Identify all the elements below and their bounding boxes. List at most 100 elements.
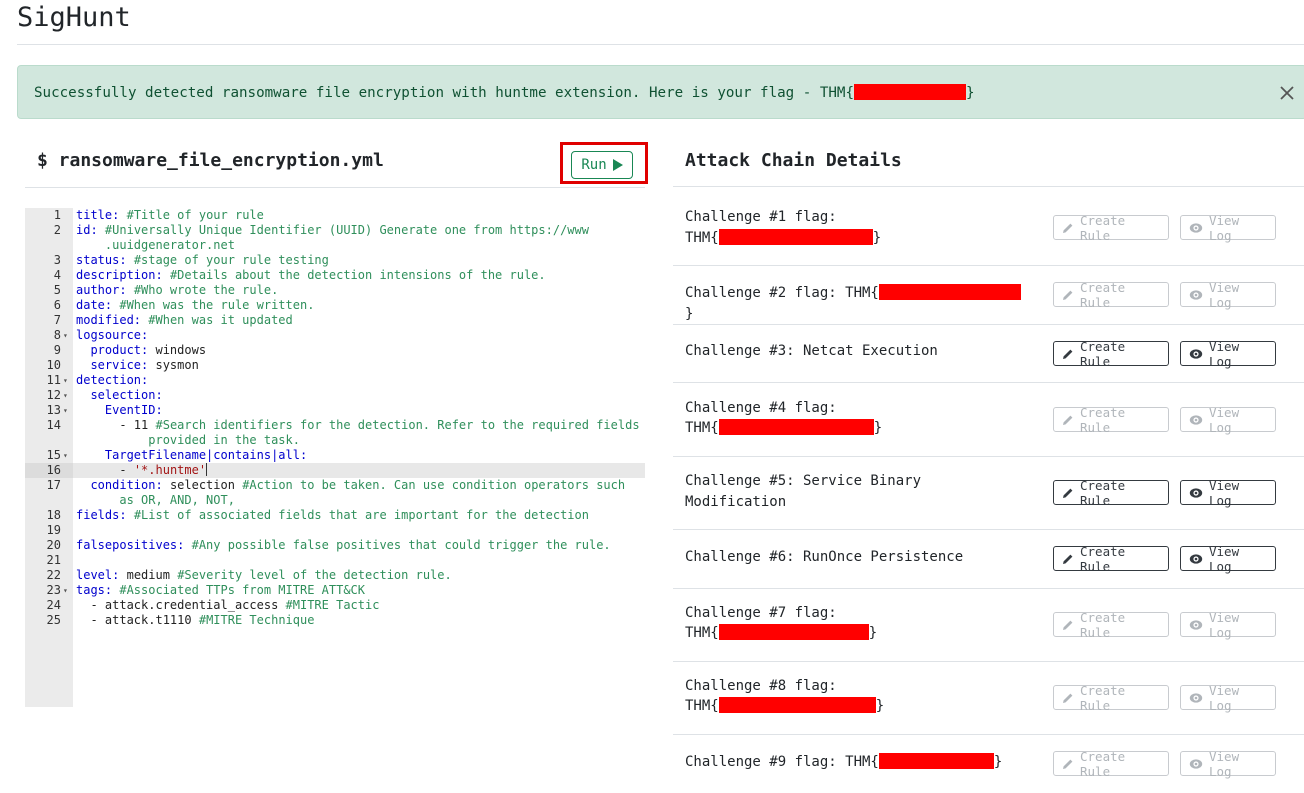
code-line[interactable]: 23 ▾ tags: #Associated TTPs from MITRE ATT… bbox=[25, 583, 645, 598]
pencil-icon bbox=[1063, 349, 1073, 359]
fold-arrow-icon[interactable]: ▾ bbox=[63, 448, 68, 463]
pencil-icon bbox=[1063, 290, 1073, 300]
code-line[interactable]: 16 - '*.huntme' bbox=[25, 463, 645, 478]
view-log-button[interactable]: View Log bbox=[1180, 543, 1276, 574]
line-number: 7 bbox=[53, 313, 61, 327]
code-line[interactable]: 10 service: sysmon bbox=[25, 358, 645, 373]
challenge-label-cont: Modification bbox=[685, 494, 787, 510]
create-rule-button[interactable]: Create Rule bbox=[1053, 405, 1169, 435]
code-text: author: #Who wrote the rule. bbox=[76, 283, 279, 297]
fold-arrow-icon[interactable]: ▾ bbox=[63, 388, 68, 403]
code-line[interactable]: 22 level: medium #Severity level of the d… bbox=[25, 568, 645, 583]
attack-chain-header: Attack Chain Details bbox=[673, 140, 1304, 187]
code-line[interactable]: 18 fields: #List of associated fields tha… bbox=[25, 508, 645, 523]
line-number: 23 bbox=[46, 583, 61, 597]
challenge-flag: THM{} bbox=[685, 419, 883, 436]
run-button[interactable]: Run bbox=[571, 151, 633, 179]
alert-suffix: } bbox=[966, 84, 975, 101]
code-line[interactable]: 20 falsepositives: #Any possible false po… bbox=[25, 538, 645, 553]
create-rule-button[interactable]: Create Rule bbox=[1053, 749, 1169, 779]
code-line[interactable]: 8 ▾ logsource: bbox=[25, 328, 645, 343]
challenge-row: Challenge #5: Service Binary Modification… bbox=[673, 457, 1304, 530]
fold-arrow-icon[interactable]: ▾ bbox=[63, 328, 68, 343]
create-rule-button[interactable]: Create Rule bbox=[1053, 544, 1169, 574]
code-line[interactable]: 15 ▾ TargetFilename|contains|all: bbox=[25, 448, 645, 463]
code-line[interactable]: 7 modified: #When was it updated bbox=[25, 313, 645, 328]
pencil-icon bbox=[1063, 415, 1073, 425]
eye-icon bbox=[1189, 692, 1203, 703]
run-label: Run bbox=[581, 157, 607, 173]
view-log-button[interactable]: View Log bbox=[1180, 213, 1276, 243]
code-text: modified: #When was it updated bbox=[76, 313, 293, 327]
view-log-button[interactable]: View Log bbox=[1180, 339, 1276, 369]
code-line[interactable]: 1 title: #Title of your rule bbox=[25, 208, 645, 223]
view-log-label: View Log bbox=[1209, 477, 1240, 508]
view-log-button[interactable]: View Log bbox=[1180, 749, 1276, 779]
code-text: service: sysmon bbox=[90, 358, 199, 372]
close-alert-button[interactable] bbox=[1274, 80, 1300, 106]
create-rule-button[interactable]: Create Rule bbox=[1053, 478, 1169, 508]
code-line[interactable]: 2 id: #Universally Unique Identifier (UUI… bbox=[25, 223, 645, 238]
code-line[interactable]: 4 description: #Details about the detecti… bbox=[25, 268, 645, 283]
code-text: TargetFilename|contains|all: bbox=[104, 448, 308, 462]
view-log-button[interactable]: View Log bbox=[1180, 683, 1276, 713]
code-text: condition: selection #Action to be taken… bbox=[90, 478, 626, 492]
code-text: fields: #List of associated fields that … bbox=[76, 508, 589, 522]
redacted-flag bbox=[718, 624, 869, 640]
challenge-flag: THM{} bbox=[685, 624, 878, 641]
code-line[interactable]: 25 - attack.t1110 #MITRE Technique bbox=[25, 613, 645, 628]
challenge-label: Challenge #4 flag: bbox=[685, 400, 837, 416]
code-text: tags: #Associated TTPs from MITRE ATT&CK bbox=[76, 583, 365, 597]
code-line[interactable]: .uuidgenerator.net bbox=[25, 238, 645, 253]
eye-icon bbox=[1189, 553, 1203, 564]
line-number: 14 bbox=[46, 418, 61, 432]
eye-icon bbox=[1189, 222, 1203, 233]
code-line[interactable]: 24 - attack.credential_access #MITRE Tac… bbox=[25, 598, 645, 613]
redacted-flag bbox=[718, 229, 873, 245]
create-rule-button[interactable]: Create Rule bbox=[1053, 610, 1169, 640]
line-number: 24 bbox=[46, 598, 61, 612]
view-log-button[interactable]: View Log bbox=[1180, 405, 1276, 435]
run-highlight: Run bbox=[560, 142, 648, 184]
code-line[interactable]: as OR, AND, NOT, bbox=[25, 493, 645, 508]
fold-arrow-icon[interactable]: ▾ bbox=[63, 583, 68, 598]
line-number: 11 bbox=[46, 373, 61, 387]
challenge-flag: THM{} bbox=[685, 229, 882, 246]
fold-arrow-icon[interactable]: ▾ bbox=[63, 373, 68, 388]
code-line[interactable]: 19 bbox=[25, 523, 645, 538]
code-line[interactable]: 6 date: #When was the rule written. bbox=[25, 298, 645, 313]
challenge-row: Challenge #8 flag: THM{} Create Rule View L… bbox=[673, 662, 1304, 735]
eye-icon bbox=[1189, 289, 1203, 300]
code-line[interactable]: 14 - 11 #Search identifiers for the dete… bbox=[25, 418, 645, 433]
eye-icon bbox=[1189, 758, 1203, 769]
code-line[interactable]: 11 ▾ detection: bbox=[25, 373, 645, 388]
challenge-label: Challenge #1 flag: bbox=[685, 209, 837, 225]
create-rule-button[interactable]: Create Rule bbox=[1053, 339, 1169, 369]
challenge-row: Challenge #4 flag: THM{} Create Rule View L… bbox=[673, 383, 1304, 457]
redacted-flag bbox=[718, 419, 874, 435]
view-log-button[interactable]: View Log bbox=[1180, 280, 1276, 310]
view-log-label: View Log bbox=[1209, 543, 1240, 574]
code-line[interactable]: provided in the task. bbox=[25, 433, 645, 448]
code-line[interactable]: 12 ▾ selection: bbox=[25, 388, 645, 403]
challenge-row: Challenge #7 flag: THM{} Create Rule View L… bbox=[673, 589, 1304, 662]
line-number: 8 bbox=[53, 328, 61, 342]
code-text: EventID: bbox=[104, 403, 163, 417]
view-log-button[interactable]: View Log bbox=[1180, 610, 1276, 640]
fold-arrow-icon[interactable]: ▾ bbox=[63, 403, 68, 418]
code-line[interactable]: 13 ▾ EventID: bbox=[25, 403, 645, 418]
challenge-flag: THM{} bbox=[685, 697, 885, 714]
code-line[interactable]: 9 product: windows bbox=[25, 343, 645, 358]
code-editor[interactable]: 1 title: #Title of your rule 2 id: #Univers… bbox=[25, 208, 645, 707]
create-rule-button[interactable]: Create Rule bbox=[1053, 213, 1169, 243]
code-line[interactable]: 5 author: #Who wrote the rule. bbox=[25, 283, 645, 298]
create-rule-button[interactable]: Create Rule bbox=[1053, 683, 1169, 713]
code-line[interactable]: 17 condition: selection #Action to be ta… bbox=[25, 478, 645, 493]
editor-header: $ ransomware_file_encryption.yml Run bbox=[25, 140, 648, 188]
create-rule-button[interactable]: Create Rule bbox=[1053, 280, 1169, 310]
code-line[interactable]: 3 status: #stage of your rule testing bbox=[25, 253, 645, 268]
code-line[interactable]: 21 bbox=[25, 553, 645, 568]
line-number: 19 bbox=[46, 523, 61, 537]
challenge-row: Challenge #2 flag: THM{} Create Rule View … bbox=[673, 266, 1304, 325]
view-log-button[interactable]: View Log bbox=[1180, 477, 1276, 508]
